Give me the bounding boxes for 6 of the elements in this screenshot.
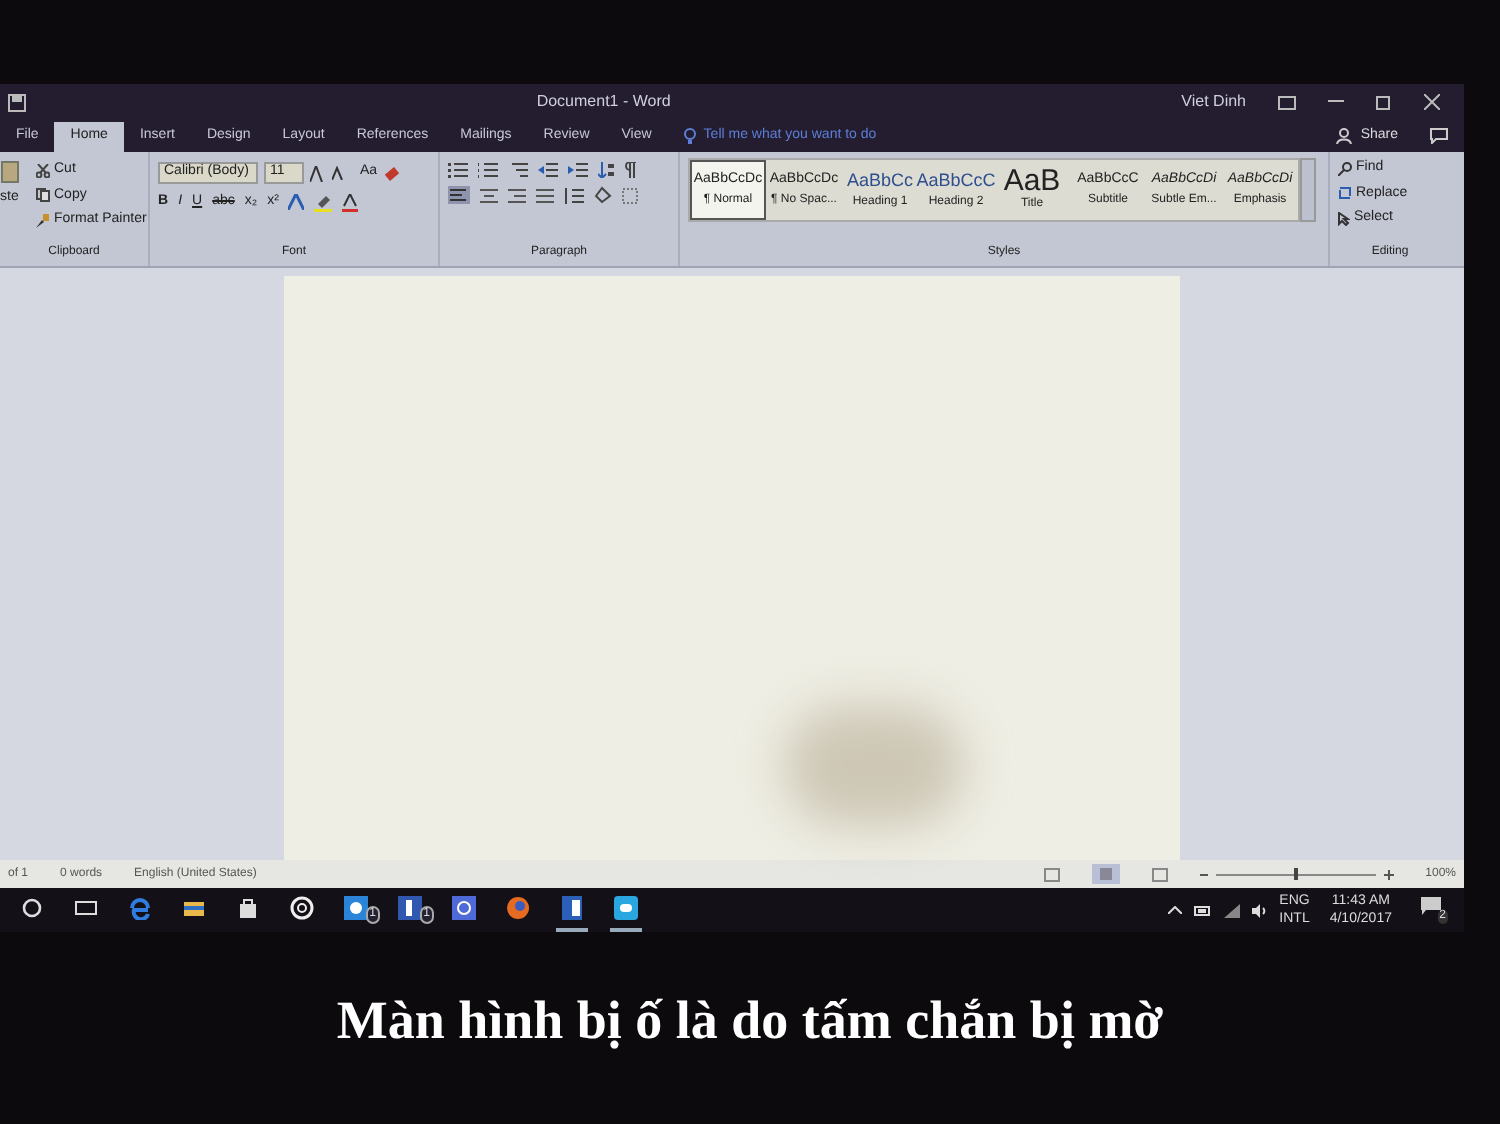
- window-title: Document1 - Word: [534, 90, 673, 114]
- user-name: Viet Dinh: [1181, 90, 1246, 114]
- style-preview: AaB: [1003, 166, 1061, 196]
- caption: Màn hình bị ố là do tấm chắn bị mờ: [336, 987, 1164, 1054]
- style-preview: AaBbCc: [846, 167, 914, 194]
- style-preview: AaBbCcC: [916, 167, 996, 194]
